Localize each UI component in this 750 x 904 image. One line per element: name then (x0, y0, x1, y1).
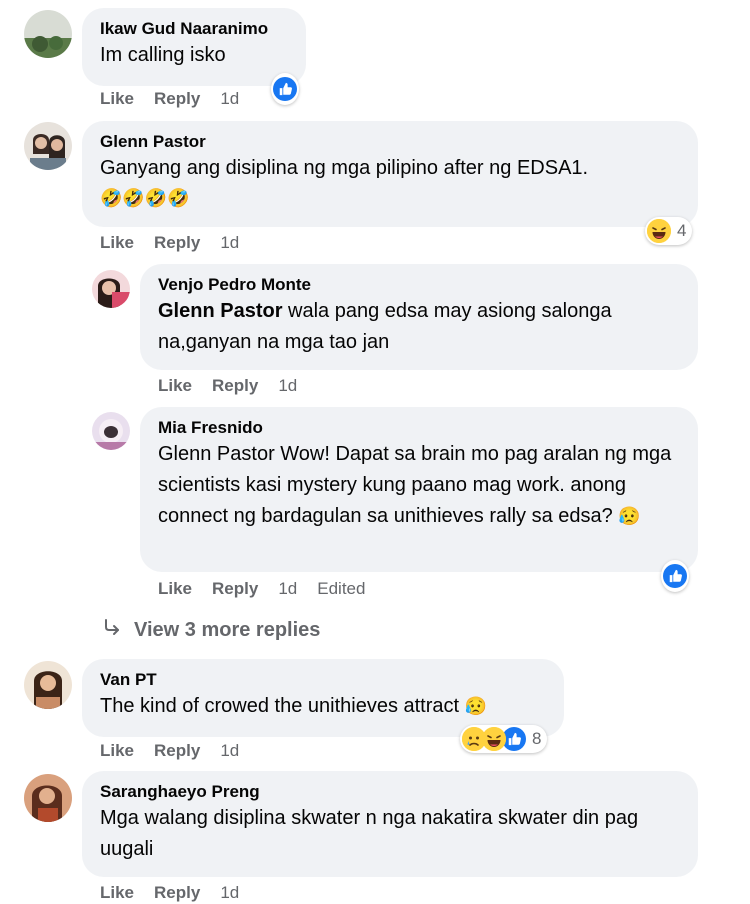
comment-actions: Like Reply 1d (100, 89, 259, 109)
comment-text: Ganyang ang disiplina ng mga pilipino af… (100, 157, 589, 179)
comment-bubble: Glenn Pastor Ganyang ang disiplina ng mg… (82, 121, 698, 227)
reply-button[interactable]: Reply (154, 233, 200, 253)
comment-bubble: Venjo Pedro Monte Glenn Pastor wala pang… (140, 264, 698, 370)
avatar[interactable] (24, 10, 72, 58)
view-more-replies-button[interactable]: View 3 more replies (102, 617, 320, 643)
like-button[interactable]: Like (100, 883, 134, 903)
comment-actions: Like Reply 1d (100, 741, 259, 761)
sad-emoji: 😥 (618, 506, 641, 526)
like-button[interactable]: Like (158, 579, 192, 599)
comment-actions: Like Reply 1d (158, 376, 317, 396)
comment-actions: Like Reply 1d (100, 883, 259, 903)
reaction-count: 4 (677, 221, 687, 240)
reply-arrow-icon (102, 617, 122, 643)
comment-author[interactable]: Venjo Pedro Monte (158, 274, 680, 296)
like-button[interactable]: Like (100, 233, 134, 253)
reply-button[interactable]: Reply (212, 579, 258, 599)
edited-label[interactable]: Edited (317, 579, 365, 599)
comment-author[interactable]: Ikaw Gud Naaranimo (100, 18, 288, 40)
comment-text: The kind of crowed the unithieves attrac… (100, 695, 488, 717)
comment-text: Mga walang disiplina skwater n nga nakat… (100, 807, 639, 860)
timestamp[interactable]: 1d (278, 579, 297, 599)
comment-text: Glenn Pastor wala pang edsa may asiong s… (158, 300, 612, 353)
comment-bubble: Mia Fresnido Glenn Pastor Wow! Dapat sa … (140, 407, 698, 572)
comment-author[interactable]: Mia Fresnido (158, 417, 680, 439)
comment-text: Im calling isko (100, 44, 226, 66)
reaction-summary[interactable] (271, 73, 299, 105)
comment-author[interactable]: Glenn Pastor (100, 131, 680, 153)
comment-text: Glenn Pastor Wow! Dapat sa brain mo pag … (158, 443, 672, 527)
reaction-summary[interactable]: 8 (460, 725, 548, 753)
mentioned-user-link[interactable]: Glenn Pastor (158, 300, 282, 322)
avatar[interactable] (24, 774, 72, 822)
comment-author[interactable]: Van PT (100, 669, 546, 691)
like-button[interactable]: Like (100, 741, 134, 761)
comment-emoji-line: 🤣🤣🤣🤣 (100, 188, 190, 208)
comment-bubble: Ikaw Gud Naaranimo Im calling isko (82, 8, 306, 86)
timestamp[interactable]: 1d (220, 233, 239, 253)
reply-button[interactable]: Reply (154, 883, 200, 903)
reaction-count: 8 (532, 729, 542, 748)
comment-bubble: Saranghaeyo Preng Mga walang disiplina s… (82, 771, 698, 877)
like-button[interactable]: Like (158, 376, 192, 396)
avatar[interactable] (24, 122, 72, 170)
reply-button[interactable]: Reply (212, 376, 258, 396)
comment-author[interactable]: Saranghaeyo Preng (100, 781, 680, 803)
sad-emoji: 😥 (464, 696, 488, 716)
avatar[interactable] (92, 412, 130, 450)
timestamp[interactable]: 1d (220, 741, 239, 761)
timestamp[interactable]: 1d (220, 89, 239, 109)
comment-actions: Like Reply 1d Edited (158, 579, 385, 599)
haha-reaction-icon (647, 219, 671, 243)
timestamp[interactable]: 1d (278, 376, 297, 396)
comment-actions: Like Reply 1d (100, 233, 259, 253)
timestamp[interactable]: 1d (220, 883, 239, 903)
avatar[interactable] (24, 661, 72, 709)
reaction-summary[interactable]: 4 (645, 217, 693, 245)
reply-button[interactable]: Reply (154, 89, 200, 109)
like-button[interactable]: Like (100, 89, 134, 109)
view-more-label: View 3 more replies (134, 618, 321, 641)
avatar[interactable] (92, 270, 130, 308)
reply-button[interactable]: Reply (154, 741, 200, 761)
haha-reaction-icon (482, 727, 506, 751)
reaction-summary[interactable] (661, 560, 689, 592)
like-reaction-icon (273, 77, 297, 101)
like-reaction-icon (663, 564, 687, 588)
